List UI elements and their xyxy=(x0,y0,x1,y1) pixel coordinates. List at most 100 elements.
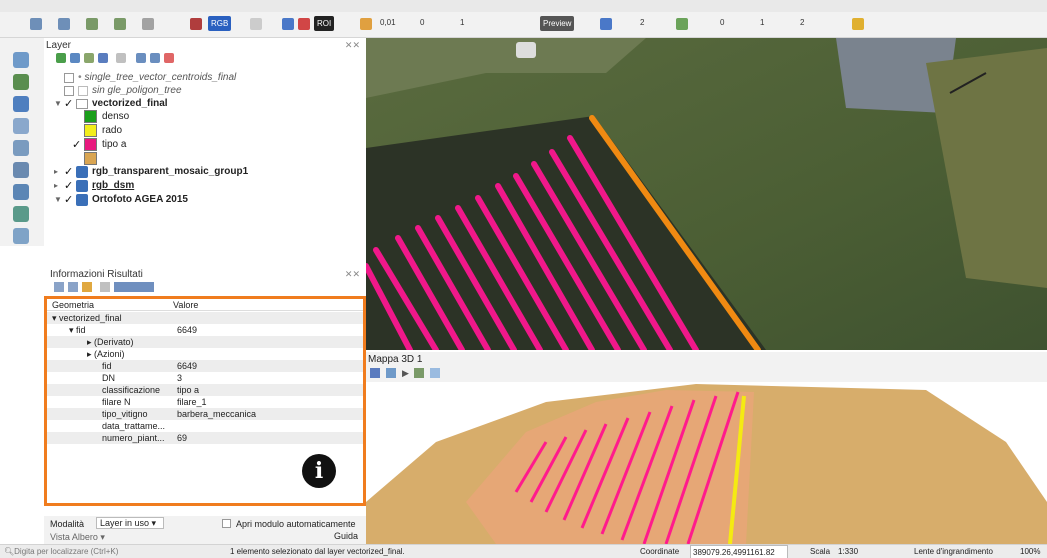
zoom-icon[interactable] xyxy=(298,18,310,30)
panel-close-icon[interactable]: ✕✕ xyxy=(345,269,360,280)
guide-button[interactable]: Guida xyxy=(334,531,358,541)
param-field-5[interactable]: 0 xyxy=(720,18,724,27)
remove-layer-icon[interactable] xyxy=(150,53,160,63)
param-field-2[interactable]: 0 xyxy=(420,18,424,27)
param-field-6[interactable]: 1 xyxy=(760,18,764,27)
filter-legend-icon[interactable] xyxy=(98,53,108,63)
roi-tool-icon[interactable] xyxy=(360,18,372,30)
mode-value: Layer in uso xyxy=(100,518,150,528)
raster-icon[interactable] xyxy=(282,18,294,30)
add-wfs-icon[interactable] xyxy=(13,184,29,200)
layer-checkbox[interactable] xyxy=(64,72,74,83)
zoom-full-icon[interactable] xyxy=(386,368,396,378)
table-row[interactable]: data_trattame... xyxy=(47,420,363,432)
collapse-all-icon[interactable] xyxy=(136,53,146,63)
collapse-arrow-icon[interactable]: ▼ xyxy=(54,99,64,108)
table-row[interactable]: ▸ (Derivato) xyxy=(47,336,363,348)
settings-icon[interactable] xyxy=(430,368,440,378)
param-field-3[interactable]: 1 xyxy=(460,18,464,27)
snap-icon[interactable] xyxy=(58,18,70,30)
dropdown-icon[interactable] xyxy=(250,18,262,30)
layer-row[interactable]: ▼ ✓ Ortofoto AGEA 2015 xyxy=(54,193,188,206)
layer-name: single_tree_vector_centroids_final xyxy=(84,72,237,83)
auto-open-checkbox[interactable] xyxy=(222,519,231,528)
param-field-1[interactable]: 0,01 xyxy=(380,18,396,27)
add-wms-icon[interactable] xyxy=(13,162,29,178)
collapse-arrow-icon[interactable]: ▼ xyxy=(54,195,64,204)
grid-icon[interactable] xyxy=(676,18,688,30)
orthophoto-map[interactable] xyxy=(366,38,1047,350)
add-wcs-icon[interactable] xyxy=(13,206,29,222)
expand-arrow-icon[interactable]: ▸ xyxy=(54,181,64,190)
table-row[interactable]: classificazione tipo a xyxy=(47,384,363,396)
layer-checkbox[interactable]: ✓ xyxy=(64,179,76,192)
layer-settings-icon[interactable] xyxy=(164,53,174,63)
view-select[interactable]: Vista Albero ▾ xyxy=(50,532,105,543)
panel-close-icon[interactable]: ✕✕ xyxy=(345,40,360,51)
measure-icon[interactable] xyxy=(414,368,424,378)
layer-checkbox[interactable]: ✓ xyxy=(64,193,76,206)
filter-icon[interactable] xyxy=(114,18,126,30)
scale-field[interactable]: 1:330 xyxy=(838,545,858,558)
preview-button[interactable]: Preview xyxy=(540,16,575,31)
add-mesh-icon[interactable] xyxy=(13,96,29,112)
legend-item[interactable]: denso xyxy=(84,110,129,123)
table-row[interactable]: numero_piant... 69 xyxy=(47,432,363,444)
param-field-4[interactable]: 2 xyxy=(640,18,644,27)
vertex-icon[interactable] xyxy=(142,18,154,30)
results-options: Modalità Layer in uso ▾ Apri modulo auto… xyxy=(44,516,366,544)
open-styling-icon[interactable] xyxy=(56,53,66,63)
run-icon[interactable] xyxy=(600,18,612,30)
row-value: 3 xyxy=(177,373,183,383)
table-row[interactable]: filare N filare_1 xyxy=(47,396,363,408)
coord-field[interactable]: 389079.26,4991161.82 xyxy=(690,545,788,558)
plugin-icon[interactable] xyxy=(190,18,202,30)
layer-row[interactable]: sin gle_poligon_tree xyxy=(64,84,182,97)
title-strip xyxy=(0,0,1047,12)
map3d-canvas[interactable] xyxy=(366,382,1047,544)
expand-all-icon[interactable] xyxy=(116,53,126,63)
edit-icon[interactable] xyxy=(13,140,29,156)
select-icon[interactable] xyxy=(86,18,98,30)
locator-search[interactable]: 🔍︎ Digita per localizzare (Ctrl+K) xyxy=(4,545,118,558)
terrain-3d[interactable] xyxy=(366,382,1047,544)
map3d-header: Mappa 3D 1 ▶ xyxy=(366,352,1047,382)
legend-item[interactable] xyxy=(84,152,102,165)
layer-row[interactable]: ▸ ✓ rgb_transparent_mosaic_group1 xyxy=(54,165,248,178)
legend-item[interactable]: ✓ tipo a xyxy=(72,138,126,151)
mode-select[interactable]: Layer in uso ▾ xyxy=(96,517,164,529)
rgb-button[interactable]: RGB xyxy=(208,16,232,31)
add-group-icon[interactable] xyxy=(70,53,80,63)
legend-checkbox[interactable]: ✓ xyxy=(72,138,84,151)
legend-label: tipo a xyxy=(102,139,127,150)
layer-checkbox[interactable]: ✓ xyxy=(64,165,76,178)
add-raster-icon[interactable] xyxy=(13,74,29,90)
layer-row[interactable]: ▼ ✓ vectorized_final xyxy=(54,97,168,110)
table-row[interactable]: fid 6649 xyxy=(47,360,363,372)
table-row[interactable]: ▸ (Azioni) xyxy=(47,348,363,360)
raster-layer-icon xyxy=(76,165,88,178)
add-text-icon[interactable] xyxy=(13,118,29,134)
manage-visibility-icon[interactable] xyxy=(84,53,94,63)
table-row[interactable]: ▾ fid 6649 xyxy=(47,324,363,336)
layer-checkbox[interactable]: ✓ xyxy=(64,97,76,110)
magnifier-field[interactable]: 100% xyxy=(1020,545,1040,558)
camera-icon[interactable] xyxy=(370,368,380,378)
param-field-7[interactable]: 2 xyxy=(800,18,804,27)
add-vector-icon[interactable] xyxy=(13,52,29,68)
digitize-icon[interactable] xyxy=(30,18,42,30)
table-row[interactable]: ▾ vectorized_final xyxy=(47,312,363,324)
table-row[interactable]: DN 3 xyxy=(47,372,363,384)
legend-item[interactable]: rado xyxy=(84,124,122,137)
layer-checkbox[interactable] xyxy=(64,85,74,96)
roi-button[interactable]: ROI xyxy=(314,16,335,31)
map-canvas[interactable] xyxy=(366,38,1047,350)
results-toolbar[interactable] xyxy=(54,282,154,292)
expand-arrow-icon[interactable]: ▸ xyxy=(54,167,64,176)
extra-icon[interactable] xyxy=(852,18,864,30)
layer-row[interactable]: ▸ ✓ rgb_dsm xyxy=(54,179,134,192)
new-layer-icon[interactable] xyxy=(13,228,29,244)
table-row[interactable]: tipo_vitigno barbera_meccanica xyxy=(47,408,363,420)
layer-row[interactable]: • single_tree_vector_centroids_final xyxy=(64,71,236,84)
play-icon[interactable]: ▶ xyxy=(402,368,409,379)
